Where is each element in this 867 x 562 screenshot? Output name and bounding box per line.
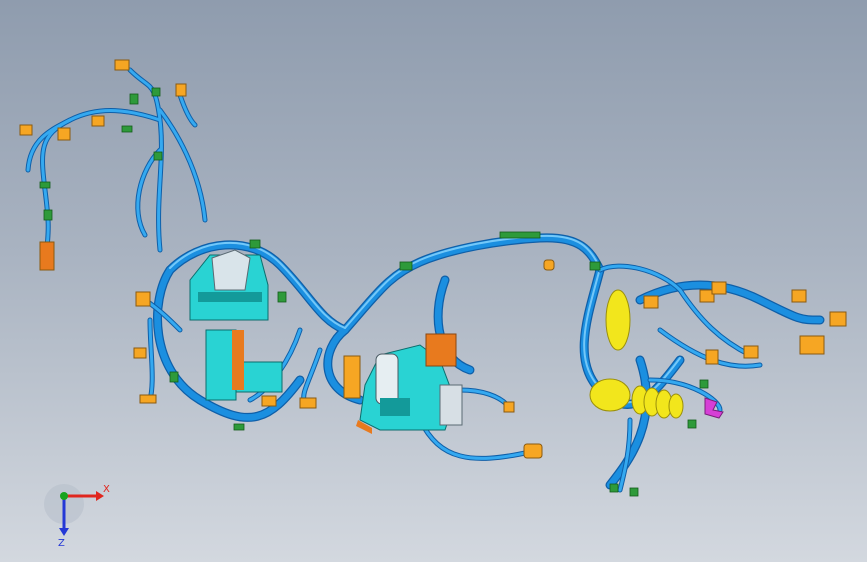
connector <box>503 401 515 413</box>
fuse-box-left <box>189 249 283 401</box>
connector <box>743 345 759 359</box>
connector <box>114 59 130 71</box>
y-axis-dot <box>60 492 68 500</box>
connector <box>799 335 825 355</box>
connector <box>39 241 55 271</box>
cad-viewport[interactable]: X Y Z <box>0 0 867 562</box>
connector <box>643 295 659 309</box>
coordinate-triad: X Y Z <box>44 484 110 549</box>
connector <box>57 127 71 141</box>
connector <box>299 397 317 409</box>
electrical-modules[interactable] <box>189 249 463 434</box>
central-module <box>343 333 463 434</box>
connector <box>711 281 727 295</box>
connector <box>139 394 157 404</box>
connector <box>791 289 807 303</box>
wire-harness-model[interactable]: X Y Z <box>0 0 867 562</box>
connector <box>523 443 543 459</box>
connector <box>261 395 277 407</box>
connector <box>91 115 105 127</box>
connector <box>543 259 555 271</box>
z-axis-label: Z <box>58 538 65 549</box>
connector <box>705 349 719 365</box>
connector <box>135 291 151 307</box>
connector <box>829 311 847 327</box>
connector <box>175 83 187 97</box>
connector <box>19 124 33 136</box>
connector <box>133 347 147 359</box>
x-axis-label: X <box>103 484 110 495</box>
